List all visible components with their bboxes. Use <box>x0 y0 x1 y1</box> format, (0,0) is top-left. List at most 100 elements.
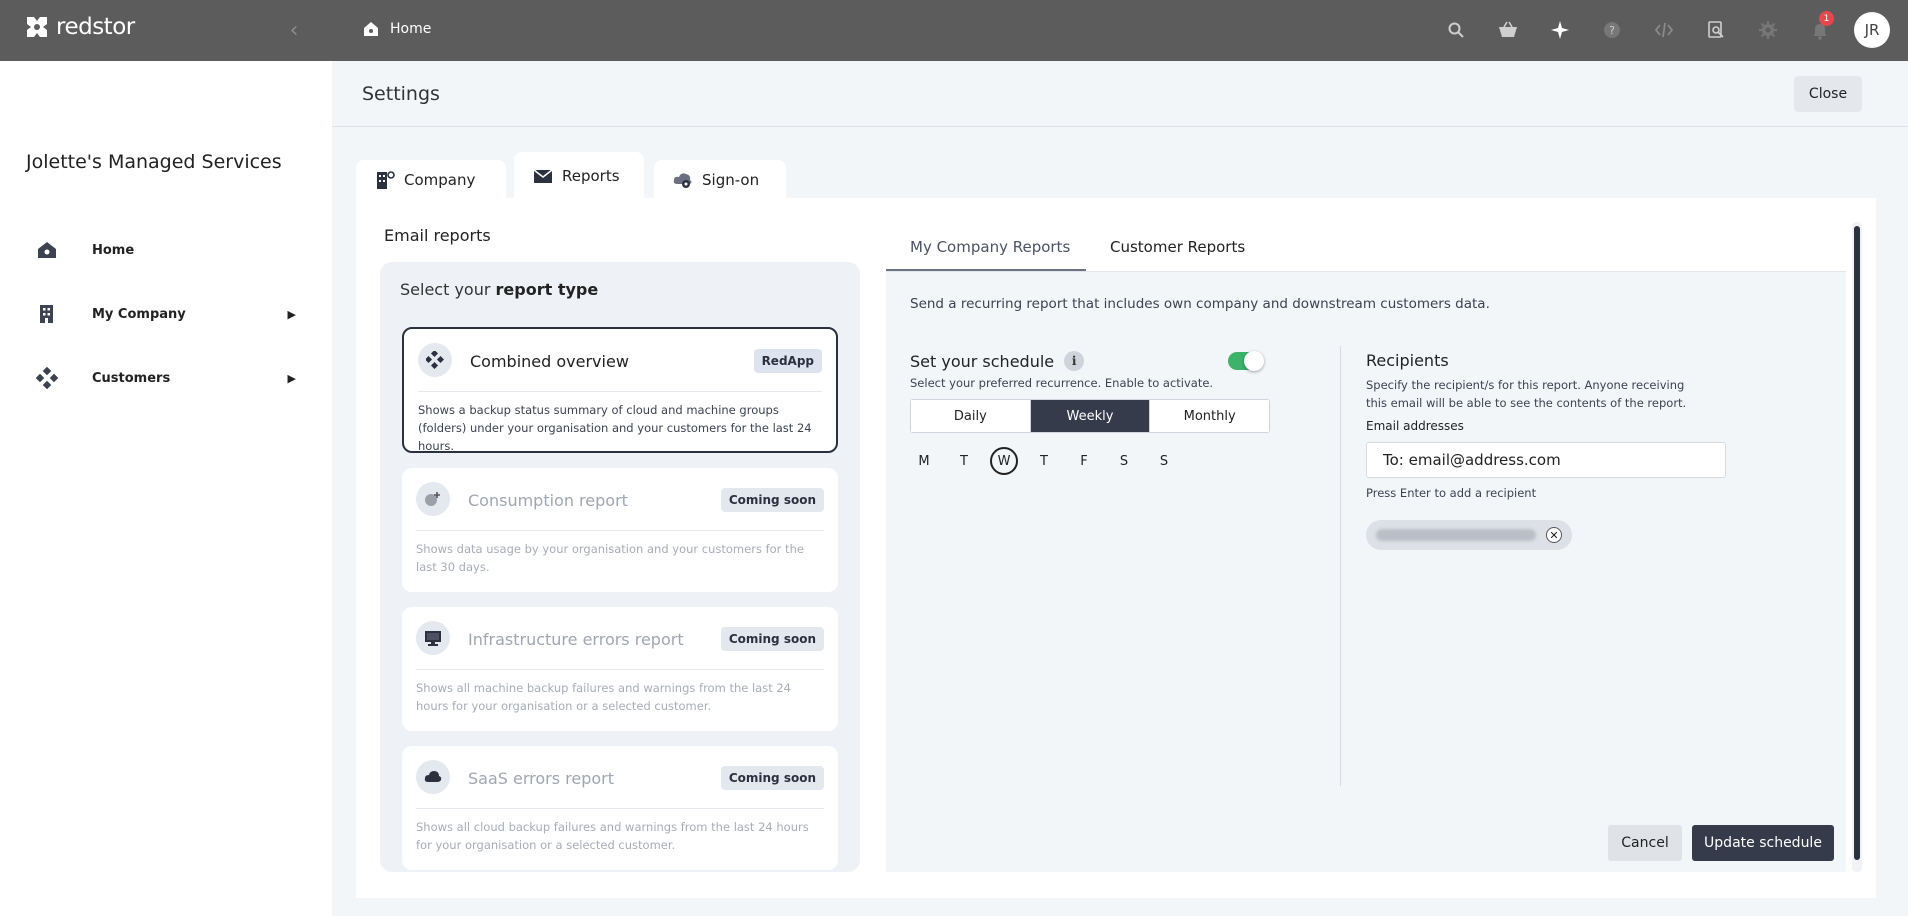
org-name: Jolette's Managed Services <box>26 151 282 173</box>
collapse-sidebar-button[interactable]: ‹ <box>284 17 304 43</box>
settings-icon <box>1759 21 1777 39</box>
consumption-icon <box>416 482 450 516</box>
notifications-button[interactable]: 1 <box>1794 9 1846 51</box>
config-description: Send a recurring report that includes ow… <box>910 296 1490 312</box>
divider <box>416 808 824 809</box>
recurrence-weekly[interactable]: Weekly <box>1029 400 1150 432</box>
report-card-title: Combined overview <box>470 352 629 371</box>
schedule-subtitle: Select your preferred recurrence. Enable… <box>910 376 1214 390</box>
recipients-subtitle: Specify the recipient/s for this report.… <box>1366 378 1687 410</box>
tab-my-company-reports[interactable]: My Company Reports <box>910 238 1070 256</box>
status-badge: Coming soon <box>720 766 824 790</box>
report-config: My Company Reports Customer Reports Send… <box>886 220 1846 872</box>
email-hint: Press Enter to add a recipient <box>1366 486 1537 500</box>
inspect-button[interactable] <box>1690 9 1742 51</box>
tab-sign-on[interactable]: Sign-on <box>654 160 786 200</box>
day-wednesday[interactable]: W <box>990 447 1018 475</box>
sidebar: Jolette's Managed Services Home My Compa… <box>0 61 332 916</box>
home-icon <box>364 22 378 36</box>
code-button[interactable] <box>1638 9 1690 51</box>
day-thursday[interactable]: T <box>1030 447 1058 475</box>
search-button[interactable] <box>1430 9 1482 51</box>
redacted-email <box>1376 529 1536 541</box>
sidebar-item-home[interactable]: Home <box>36 230 296 270</box>
breadcrumb: Home <box>362 20 431 38</box>
report-card-combined-overview[interactable]: Combined overview RedApp Shows a backup … <box>402 327 838 453</box>
customers-icon <box>36 367 76 389</box>
sidebar-item-label: My Company <box>92 306 186 322</box>
recurrence-monthly[interactable]: Monthly <box>1149 400 1270 432</box>
update-schedule-button[interactable]: Update schedule <box>1692 825 1834 861</box>
report-card-description: Shows all machine backup failures and wa… <box>416 681 792 713</box>
sparkle-icon <box>1551 21 1569 39</box>
tab-label: Company <box>404 171 476 189</box>
company-icon <box>377 171 395 189</box>
reports-panel: Email reports Select your report type Co… <box>356 198 1876 898</box>
cloud-icon <box>416 760 450 794</box>
schedule-title: Set your schedule i <box>910 351 1085 371</box>
page-header: Settings Close <box>332 61 1908 127</box>
caret-right-icon: ▶ <box>287 371 296 385</box>
sidebar-item-my-company[interactable]: My Company ▶ <box>36 294 296 334</box>
config-tabs: My Company Reports Customer Reports <box>886 220 1846 272</box>
basket-icon <box>1499 21 1517 37</box>
report-card-title: Consumption report <box>468 491 628 510</box>
report-card-consumption: Consumption report Coming soon Shows dat… <box>402 468 838 592</box>
code-icon <box>1654 22 1674 38</box>
day-monday[interactable]: M <box>910 447 938 475</box>
page-title: Settings <box>362 83 440 105</box>
status-badge: RedApp <box>753 349 822 373</box>
report-card-title: Infrastructure errors report <box>468 630 684 649</box>
scrollbar[interactable] <box>1852 222 1862 872</box>
day-saturday[interactable]: S <box>1110 447 1138 475</box>
settings-button[interactable] <box>1742 9 1794 51</box>
day-tuesday[interactable]: T <box>950 447 978 475</box>
avatar[interactable]: JR <box>1854 12 1890 48</box>
chevron-left-icon: ‹ <box>289 17 299 43</box>
remove-recipient-icon[interactable]: ✕ <box>1546 527 1562 543</box>
close-button[interactable]: Close <box>1794 76 1862 112</box>
email-input[interactable] <box>1366 442 1726 478</box>
breadcrumb-home[interactable]: Home <box>390 21 431 37</box>
tab-reports[interactable]: Reports <box>514 152 644 200</box>
day-friday[interactable]: F <box>1070 447 1098 475</box>
recipient-chip: ✕ <box>1366 520 1572 550</box>
sign-on-icon <box>673 173 692 188</box>
caret-right-icon: ▶ <box>287 307 296 321</box>
building-icon <box>36 303 76 325</box>
day-selector: M T W T F S S <box>910 447 1178 475</box>
divider <box>1340 346 1341 786</box>
tab-company[interactable]: Company <box>356 160 506 200</box>
report-card-description: Shows data usage by your organisation an… <box>416 542 804 574</box>
brand-logo[interactable]: redstor <box>24 14 135 40</box>
status-badge: Coming soon <box>720 488 824 512</box>
section-title: Email reports <box>384 226 491 245</box>
report-card-description: Shows a backup status summary of cloud a… <box>418 403 812 453</box>
sparkle-button[interactable] <box>1534 9 1586 51</box>
help-button[interactable]: ? <box>1586 9 1638 51</box>
divider <box>418 391 822 392</box>
report-card-saas-errors: SaaS errors report Coming soon Shows all… <box>402 746 838 870</box>
sidebar-item-label: Home <box>92 242 135 258</box>
sidebar-item-customers[interactable]: Customers ▶ <box>36 358 296 398</box>
day-sunday[interactable]: S <box>1150 447 1178 475</box>
scrollbar-thumb[interactable] <box>1854 226 1860 860</box>
report-card-description: Shows all cloud backup failures and warn… <box>416 820 809 852</box>
tab-label: Reports <box>562 167 620 185</box>
combined-icon <box>418 343 452 377</box>
basket-button[interactable] <box>1482 9 1534 51</box>
report-type-list: Select your report type Combined overvie… <box>380 262 860 872</box>
cancel-button[interactable]: Cancel <box>1608 825 1682 861</box>
email-label: Email addresses <box>1366 419 1464 433</box>
report-card-title: SaaS errors report <box>468 769 615 788</box>
recurrence-selector: Daily Weekly Monthly <box>910 399 1270 433</box>
info-icon[interactable]: i <box>1064 351 1085 371</box>
schedule-toggle[interactable] <box>1228 351 1264 371</box>
search-icon <box>1448 22 1464 38</box>
help-icon: ? <box>1604 22 1620 38</box>
tab-customer-reports[interactable]: Customer Reports <box>1110 238 1245 256</box>
recurrence-daily[interactable]: Daily <box>911 400 1030 432</box>
sidebar-item-label: Customers <box>92 370 171 386</box>
redstor-logo-icon <box>27 17 47 37</box>
report-card-infrastructure-errors: Infrastructure errors report Coming soon… <box>402 607 838 731</box>
